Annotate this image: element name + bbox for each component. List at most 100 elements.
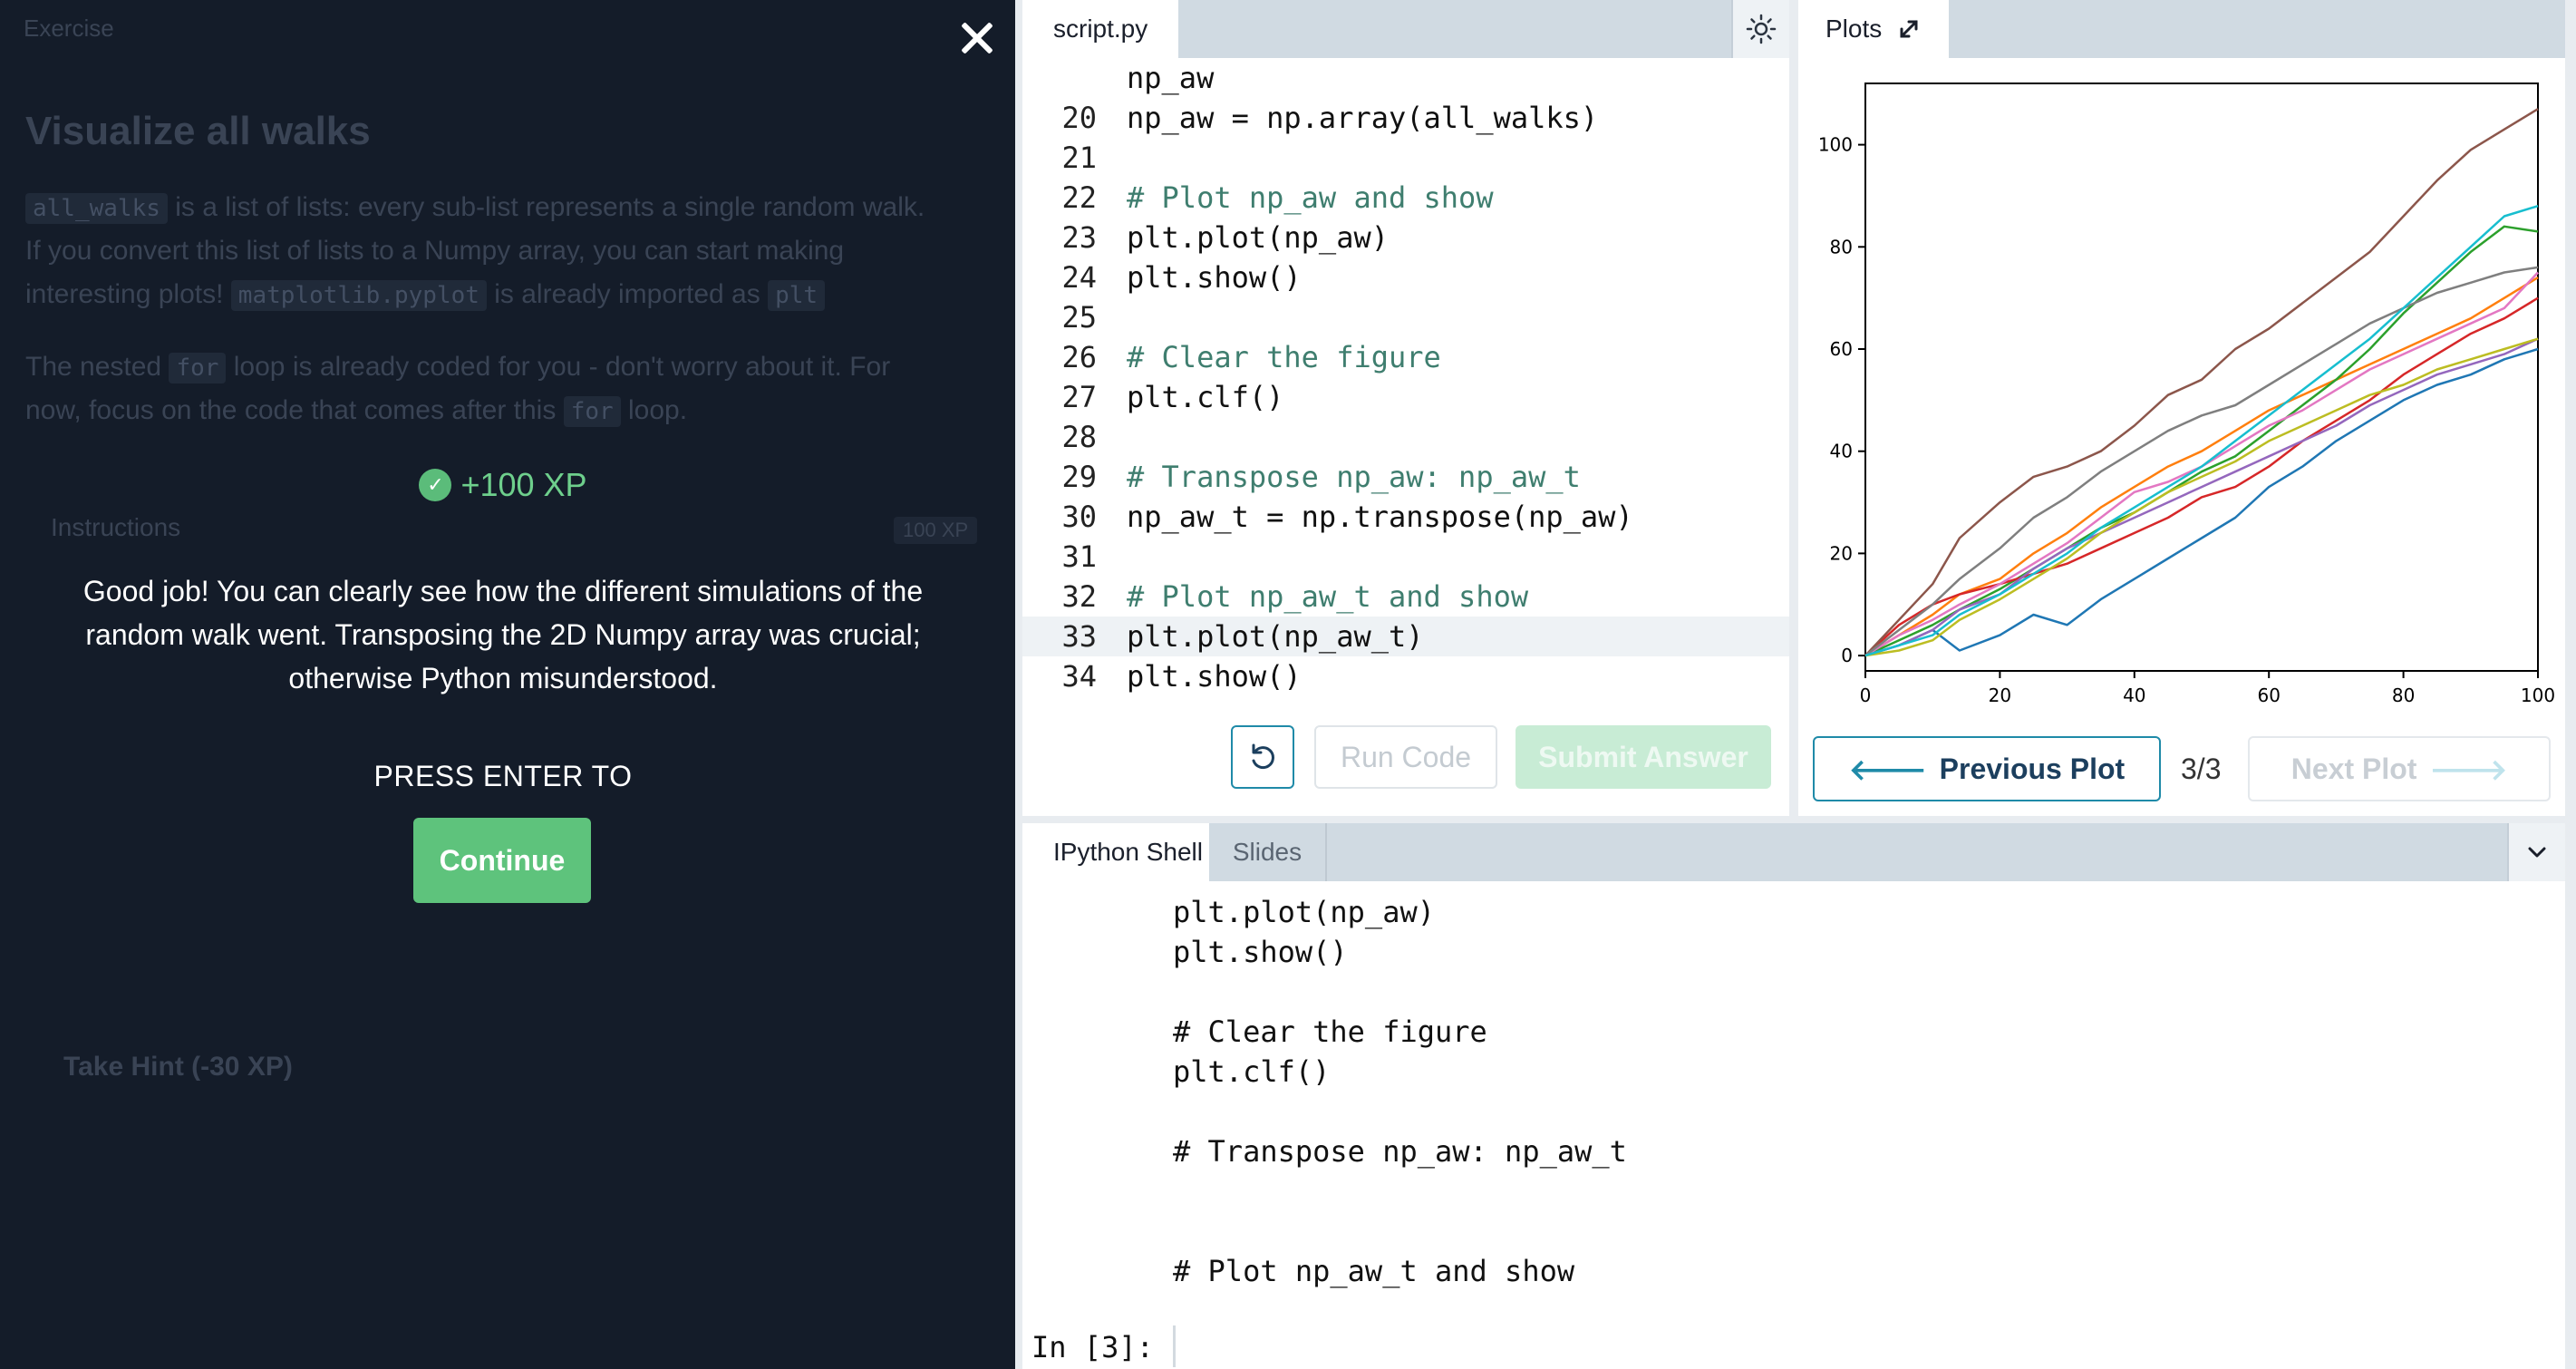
- x-tick-label: 60: [2257, 684, 2280, 706]
- exercise-paragraph-1a: all_walks is a list of lists: every sub-…: [25, 192, 925, 224]
- code-area[interactable]: np_aw 20 np_aw = np.array(all_walks) 21 22 # …: [1022, 58, 1789, 704]
- exercise-section-label: Exercise: [24, 15, 114, 42]
- code-text: # Transpose np_aw: np_aw_t: [1127, 460, 1581, 494]
- plots-tab-bar: Plots: [1798, 0, 2565, 58]
- collapse-console-button[interactable]: [2507, 823, 2565, 881]
- console-line: plt.clf(): [1173, 1054, 1331, 1089]
- plot-counter: 3/3: [2181, 752, 2222, 785]
- script-editor: script.py np_aw 20 np_aw = np.array(all_wa…: [1022, 0, 1789, 816]
- previous-plot-label: Previous Plot: [1939, 752, 2126, 785]
- instructions-label: Instructions: [51, 513, 181, 541]
- code-line[interactable]: 23 plt.plot(np_aw): [1022, 218, 1789, 257]
- console-prompt: In [3]:: [1031, 1330, 1154, 1364]
- tab-plots[interactable]: Plots: [1798, 0, 1949, 58]
- line-number: 23: [1061, 220, 1097, 255]
- code-line[interactable]: 29 # Transpose np_aw: np_aw_t: [1022, 457, 1789, 497]
- theme-toggle-button[interactable]: [1731, 0, 1789, 58]
- tab-ipython-shell[interactable]: IPython Shell: [1022, 823, 1209, 881]
- code-text: np_aw: [1127, 61, 1215, 95]
- tab-plots-label: Plots: [1825, 15, 1883, 43]
- y-tick-label: 40: [1830, 441, 1853, 462]
- plots-panel: Plots 0 20 40 60 80 100 0 20 40 60 80 100 🡐 Previou…: [1798, 0, 2565, 816]
- next-plot-label: Next Plot: [2290, 752, 2417, 785]
- tab-slides[interactable]: Slides: [1209, 823, 1327, 881]
- reset-code-button[interactable]: [1231, 725, 1294, 789]
- code-line[interactable]: 28: [1022, 417, 1789, 457]
- previous-plot-button[interactable]: 🡐 Previous Plot: [1813, 736, 2161, 801]
- console-line: # Transpose np_aw: np_aw_t: [1173, 1134, 1627, 1169]
- line-number: 22: [1061, 180, 1097, 215]
- y-tick-label: 0: [1841, 645, 1853, 666]
- instructions-xp-badge: 100 XP: [894, 517, 978, 544]
- exercise-paragraph-2a: The nested for loop is already coded for…: [25, 352, 891, 384]
- code-line[interactable]: 34 plt.show(): [1022, 656, 1789, 696]
- y-tick-label: 100: [1818, 134, 1853, 156]
- console-input[interactable]: [1175, 1324, 2534, 1365]
- exercise-paragraph-1b: If you convert this list of lists to a N…: [25, 236, 845, 266]
- code-text: np_aw = np.array(all_walks): [1127, 101, 1599, 135]
- code-text: plt.show(): [1127, 659, 1302, 694]
- line-number: 25: [1061, 300, 1097, 335]
- press-enter-label: PRESS ENTER TO: [373, 760, 633, 792]
- console-tab-bar: IPython Shell Slides: [1022, 823, 2565, 881]
- take-hint-link[interactable]: Take Hint (-30 XP): [63, 1052, 293, 1083]
- code-line[interactable]: 25: [1022, 297, 1789, 337]
- code-line[interactable]: 31: [1022, 537, 1789, 577]
- submit-answer-button[interactable]: Submit Answer: [1516, 725, 1771, 789]
- line-number: 26: [1061, 340, 1097, 374]
- code-line[interactable]: 24 plt.show(): [1022, 257, 1789, 297]
- code-line[interactable]: 26 # Clear the figure: [1022, 337, 1789, 377]
- expand-icon[interactable]: [1896, 16, 1922, 42]
- x-tick-label: 0: [1860, 684, 1872, 706]
- run-code-button[interactable]: Run Code: [1314, 725, 1497, 789]
- line-number: 32: [1061, 579, 1097, 614]
- code-line[interactable]: 27 plt.clf(): [1022, 377, 1789, 417]
- code-line[interactable]: 32 # Plot np_aw_t and show: [1022, 577, 1789, 617]
- code-text: # Clear the figure: [1127, 340, 1441, 374]
- line-number: 31: [1061, 539, 1097, 574]
- x-tick-label: 20: [1989, 684, 2011, 706]
- code-text: # Plot np_aw_t and show: [1127, 579, 1529, 614]
- console-line: plt.show(): [1173, 935, 1348, 969]
- y-tick-label: 60: [1830, 338, 1853, 360]
- random-walk-chart: 0 20 40 60 80 100 0 20 40 60 80 100: [1818, 83, 2555, 706]
- code-text: # Plot np_aw and show: [1127, 180, 1494, 215]
- line-number: 33: [1061, 619, 1097, 654]
- line-number: 34: [1061, 659, 1097, 694]
- code-line[interactable]: 20 np_aw = np.array(all_walks): [1022, 98, 1789, 138]
- check-icon: ✓: [419, 469, 452, 501]
- arrow-right-icon: 🡒: [2429, 752, 2508, 786]
- exercise-panel: Exercise Visualize all walks all_walks i…: [0, 0, 1015, 1369]
- console-line: plt.plot(np_aw): [1173, 895, 1435, 929]
- arrow-left-icon: 🡐: [1848, 752, 1927, 786]
- console-panel: IPython Shell Slides plt.plot(np_aw) plt.…: [1022, 823, 2565, 1369]
- code-line[interactable]: 33 plt.plot(np_aw_t): [1022, 617, 1789, 656]
- code-line[interactable]: 22 # Plot np_aw and show: [1022, 178, 1789, 218]
- line-number: 21: [1061, 141, 1097, 175]
- feedback-message: Good job! You can clearly see how the di…: [82, 575, 924, 694]
- code-text: plt.plot(np_aw): [1127, 220, 1389, 255]
- line-number: 24: [1061, 260, 1097, 295]
- plot-frame: [1864, 83, 2539, 672]
- plot-navigation: 🡐 Previous Plot 3/3 Next Plot 🡒: [1798, 736, 2565, 801]
- sun-icon: [1746, 14, 1777, 44]
- code-line[interactable]: np_aw: [1022, 58, 1789, 98]
- line-number: 30: [1061, 500, 1097, 534]
- code-text: plt.show(): [1127, 260, 1302, 295]
- next-plot-button[interactable]: Next Plot 🡒: [2248, 736, 2551, 801]
- line-number: 20: [1061, 101, 1097, 135]
- tab-script-py[interactable]: script.py: [1022, 0, 1178, 58]
- code-text: np_aw_t = np.transpose(np_aw): [1127, 500, 1633, 534]
- reset-icon: [1252, 743, 1274, 770]
- code-line[interactable]: 21: [1022, 138, 1789, 178]
- code-text: plt.clf(): [1127, 380, 1284, 414]
- chevron-down-icon: [2528, 847, 2546, 858]
- y-tick-label: 20: [1830, 542, 1853, 564]
- code-line[interactable]: 30 np_aw_t = np.transpose(np_aw): [1022, 497, 1789, 537]
- line-number: 28: [1061, 420, 1097, 454]
- exercise-paragraph-2b: now, focus on the code that comes after …: [25, 395, 688, 427]
- close-icon[interactable]: [955, 16, 999, 60]
- continue-button[interactable]: Continue: [413, 818, 591, 903]
- x-tick-label: 40: [2123, 684, 2145, 706]
- line-number: 29: [1061, 460, 1097, 494]
